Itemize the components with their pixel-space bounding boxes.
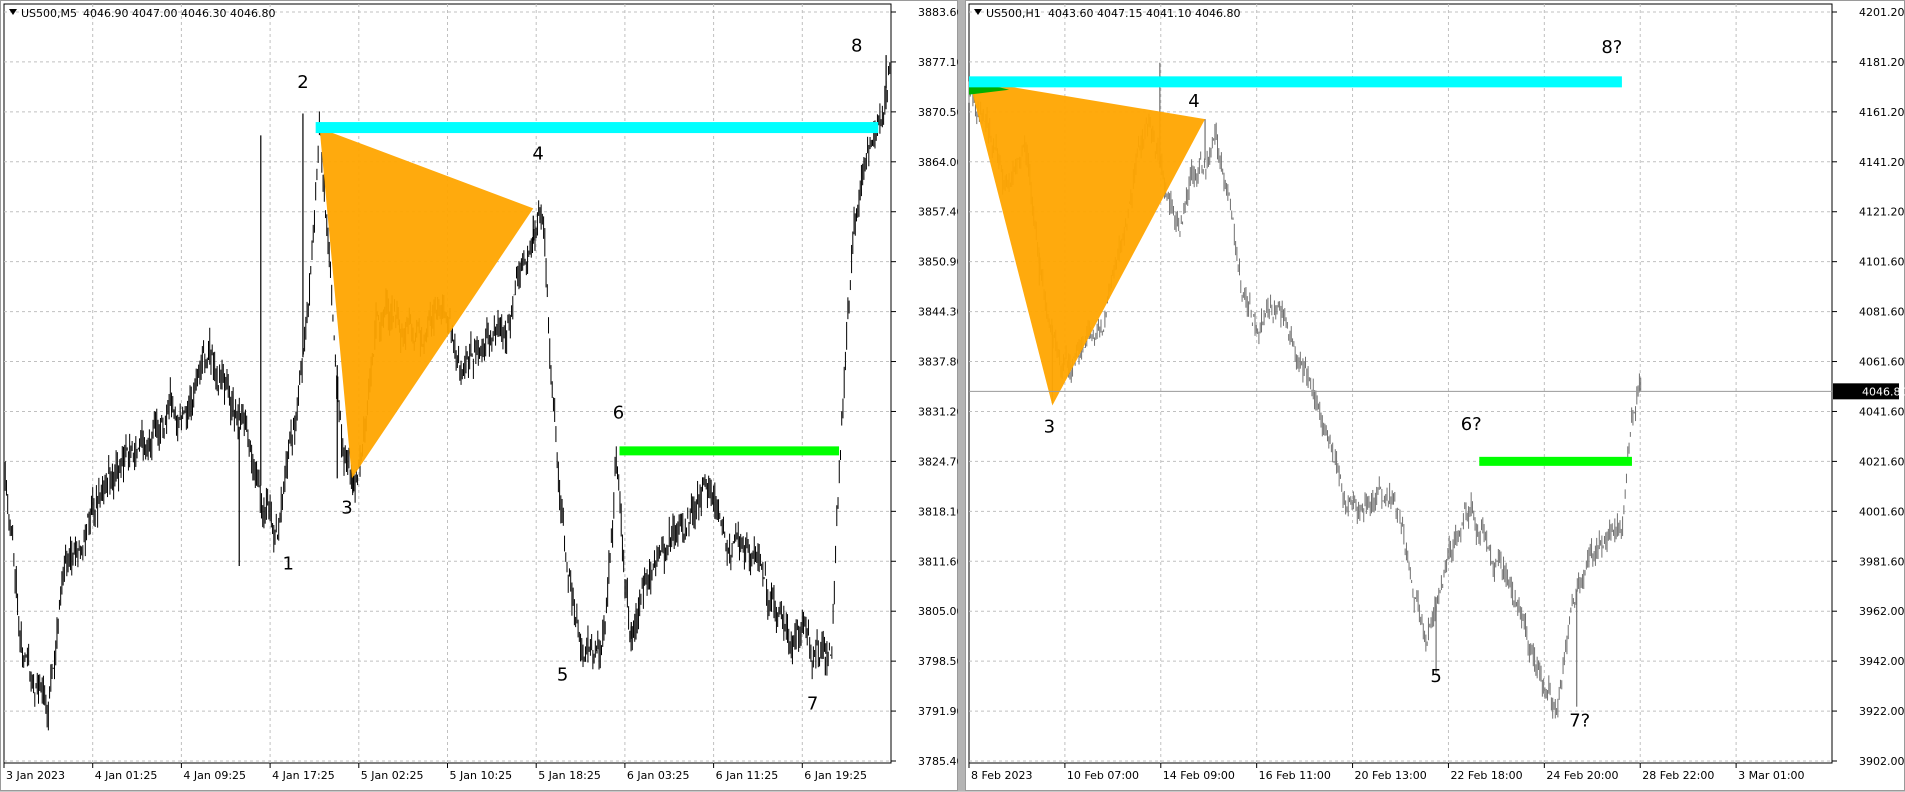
- wave-label: 4: [532, 143, 543, 164]
- y-tick-label: 3870.50: [918, 106, 959, 119]
- current-price-label: 4046.80: [1862, 385, 1905, 398]
- y-tick-label: 3922.00: [1859, 705, 1905, 718]
- x-tick-label: 4 Jan 17:25: [272, 769, 335, 782]
- y-tick-label: 3864.00: [918, 156, 959, 169]
- x-tick-label: 20 Feb 13:00: [1355, 769, 1427, 782]
- wave-label: 3: [1044, 416, 1055, 437]
- wave-label: 7?: [1569, 710, 1590, 731]
- ohlc-values: 4043.60 4047.15 4041.10 4046.80: [1048, 7, 1240, 20]
- chart-us500-h1[interactable]: 4201.20 4181.20 4161.20 4141.20 4121.20 4101.…: [966, 1, 1905, 792]
- y-tick-label: 3785.40: [918, 755, 959, 768]
- x-tick-label: 4 Jan 09:25: [183, 769, 246, 782]
- x-tick-label: 3 Mar 01:00: [1738, 769, 1804, 782]
- y-tick-label: 4141.20: [1859, 156, 1905, 169]
- x-tick-label: 6 Jan 03:25: [627, 769, 690, 782]
- y-tick-label: 4201.20: [1859, 6, 1905, 19]
- y-tick-label: 3844.30: [918, 306, 959, 319]
- y-tick-label: 4061.60: [1859, 356, 1905, 369]
- wave-label: 5: [557, 665, 568, 686]
- x-tick-label: 5 Jan 18:25: [538, 769, 601, 782]
- chart-window-us500-h1[interactable]: 4201.20 4181.20 4161.20 4141.20 4121.20 4101.…: [965, 0, 1905, 791]
- y-tick-label: 3877.10: [918, 56, 959, 69]
- y-tick-label: 3824.70: [918, 455, 959, 468]
- y-tick-label: 3883.60: [918, 6, 959, 19]
- x-tick-label: 24 Feb 20:00: [1546, 769, 1618, 782]
- x-tick-label: 16 Feb 11:00: [1259, 769, 1331, 782]
- y-tick-label: 4181.20: [1859, 56, 1905, 69]
- support-level[interactable]: [619, 446, 840, 456]
- y-tick-label: 3942.00: [1859, 655, 1905, 668]
- y-tick-label: 4041.60: [1859, 405, 1905, 418]
- wave-label: 8?: [1601, 37, 1622, 58]
- chart-us500-m5[interactable]: 3883.60 3877.10 3870.50 3864.00 3857.40 3850.…: [1, 1, 959, 792]
- y-tick-label: 4161.20: [1859, 106, 1905, 119]
- y-tick-label: 3962.00: [1859, 605, 1905, 618]
- wave-label: 4: [1188, 91, 1199, 112]
- wave-label: 6?: [1461, 414, 1482, 435]
- x-tick-label: 5 Jan 10:25: [450, 769, 513, 782]
- x-tick-label: 28 Feb 22:00: [1642, 769, 1714, 782]
- x-tick-label: 6 Jan 19:25: [804, 769, 867, 782]
- y-tick-label: 4001.60: [1859, 505, 1905, 518]
- y-tick-label: 4121.20: [1859, 206, 1905, 219]
- x-tick-label: 8 Feb 2023: [971, 769, 1032, 782]
- y-tick-label: 3798.50: [918, 655, 959, 668]
- y-tick-label: 3791.90: [918, 705, 959, 718]
- y-tick-label: 3857.40: [918, 206, 959, 219]
- y-tick-label: 4021.60: [1859, 455, 1905, 468]
- y-tick-label: 3850.90: [918, 256, 959, 269]
- x-tick-label: 6 Jan 11:25: [716, 769, 779, 782]
- y-tick-label: 3837.80: [918, 356, 959, 369]
- wave-label: 7: [807, 694, 818, 715]
- y-tick-label: 3981.60: [1859, 555, 1905, 568]
- window-splitter[interactable]: [958, 0, 965, 791]
- y-tick-label: 3902.00: [1859, 755, 1905, 768]
- y-tick-label: 3831.20: [918, 405, 959, 418]
- support-level[interactable]: [1479, 456, 1632, 466]
- wave-label: 3: [341, 497, 352, 518]
- chart-window-us500-m5[interactable]: 3883.60 3877.10 3870.50 3864.00 3857.40 3850.…: [0, 0, 959, 792]
- symbol-label: US500,H1: [986, 7, 1041, 20]
- resistance-level[interactable]: [969, 76, 1622, 88]
- y-tick-label: 4081.60: [1859, 306, 1905, 319]
- resistance-level[interactable]: [315, 122, 879, 134]
- x-tick-label: 4 Jan 01:25: [95, 769, 158, 782]
- symbol-label: US500,M5: [21, 7, 77, 20]
- wave-label: 1: [283, 554, 294, 575]
- x-tick-label: 5 Jan 02:25: [361, 769, 424, 782]
- wave-label: 6: [613, 403, 624, 424]
- x-tick-label: 22 Feb 18:00: [1450, 769, 1522, 782]
- wave-label: 5: [1430, 666, 1441, 687]
- ohlc-values: 4046.90 4047.00 4046.30 4046.80: [83, 7, 275, 20]
- y-tick-label: 3818.10: [918, 505, 959, 518]
- wave-label: 2: [297, 72, 308, 93]
- wave-label: 8: [851, 35, 862, 56]
- y-tick-label: 3811.60: [918, 555, 959, 568]
- x-tick-label: 10 Feb 07:00: [1067, 769, 1139, 782]
- y-tick-label: 4101.60: [1859, 256, 1905, 269]
- y-tick-label: 3805.00: [918, 605, 959, 618]
- x-tick-label: 3 Jan 2023: [6, 769, 65, 782]
- x-tick-label: 14 Feb 09:00: [1163, 769, 1235, 782]
